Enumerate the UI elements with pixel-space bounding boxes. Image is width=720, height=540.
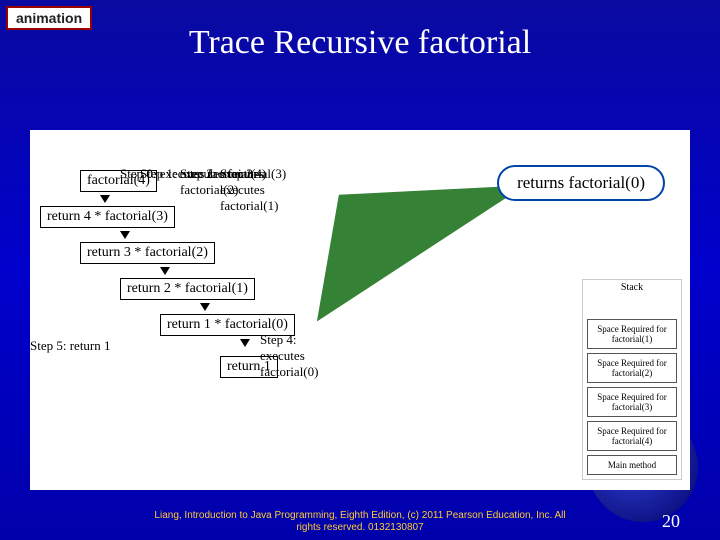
arrow-icon [100,195,110,203]
stack-item: Space Required for factorial(3) [587,387,677,417]
callout-pointer [255,185,525,324]
callout-bubble: returns factorial(0) [497,165,665,201]
content-panel: returns factorial(0) factorial(4) Step 0… [30,130,690,490]
arrow-icon [200,303,210,311]
step-label-3: Step 3: executes factorial(1) [220,166,295,214]
page-number: 20 [662,511,680,532]
trace-diagram: factorial(4) Step 0: executes factorial(… [40,170,295,378]
node-step-1: return 3 * factorial(2) [80,242,215,264]
footer: Liang, Introduction to Java Programming,… [0,510,720,534]
stack-item: Main method [587,455,677,475]
footer-line2: rights reserved. 0132130807 [296,522,423,533]
arrow-icon [160,267,170,275]
stack-item: Space Required for factorial(4) [587,421,677,451]
stack-title: Stack [583,280,681,295]
footer-line1: Liang, Introduction to Java Programming,… [154,510,565,521]
stack-panel: Stack Space Required for factorial(1) Sp… [582,279,682,480]
step-label-4: Step 4: executes factorial(0) [260,332,318,380]
slide-title: Trace Recursive factorial [0,24,720,62]
stack-item: Space Required for factorial(1) [587,319,677,349]
arrow-icon [240,339,250,347]
step-label-5: Step 5: return 1 [30,338,111,354]
node-step-2: return 2 * factorial(1) [120,278,255,300]
node-step-0: return 4 * factorial(3) [40,206,175,228]
stack-item: Space Required for factorial(2) [587,353,677,383]
arrow-icon [120,231,130,239]
